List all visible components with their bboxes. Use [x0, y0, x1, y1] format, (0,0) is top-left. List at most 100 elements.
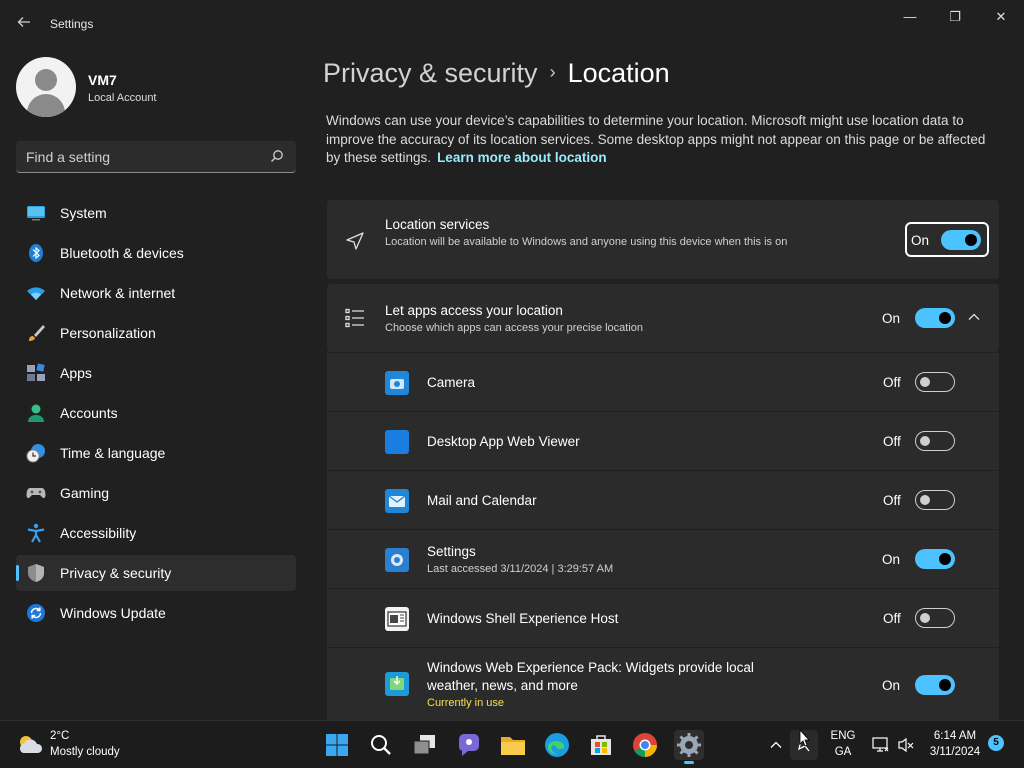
apps-access-title: Let apps access your location — [385, 303, 563, 318]
app-title: Settings — [50, 17, 94, 31]
sidebar-item-label: Gaming — [60, 485, 110, 501]
app-state: Off — [883, 611, 901, 626]
app-name: Settings — [427, 544, 476, 559]
sidebar-item-bluetooth[interactable]: Bluetooth & devices — [16, 235, 296, 271]
page-description: Windows can use your device’s capabiliti… — [326, 112, 1001, 168]
location-services-title: Location services — [385, 217, 490, 232]
location-services-subtitle: Location will be available to Windows an… — [385, 236, 788, 248]
accounts-icon — [26, 403, 46, 423]
app-row-shell-experience-host: Windows Shell Experience Host Off — [327, 589, 999, 647]
app-row-camera: Camera Off — [327, 353, 999, 411]
weather-condition[interactable]: Mostly cloudy — [50, 746, 120, 758]
sidebar-item-personalization[interactable]: Personalization — [16, 315, 296, 351]
volume-muted-icon[interactable] — [897, 736, 915, 759]
update-icon — [26, 603, 46, 623]
breadcrumb-separator-icon: › — [549, 62, 556, 82]
sidebar-item-time-language[interactable]: Time & language — [16, 435, 296, 471]
mail-app-icon — [385, 489, 409, 513]
search-box[interactable] — [16, 141, 296, 173]
taskbar: 2°C Mostly cloudy ENG GA 6:14 AM 3/11/20 — [0, 720, 1024, 768]
app-toggle-shell-experience-host[interactable] — [915, 608, 955, 628]
web-viewer-app-icon — [385, 430, 409, 454]
settings-taskbar-icon[interactable] — [674, 730, 704, 764]
app-name: Camera — [427, 375, 476, 390]
app-state: Off — [883, 375, 901, 390]
app-name: Windows Web Experience Pack: Widgets pro… — [427, 660, 754, 693]
apps-access-toggle[interactable] — [915, 308, 955, 328]
wifi-icon — [26, 283, 46, 303]
network-icon[interactable] — [872, 736, 890, 759]
location-in-use-tray-icon[interactable] — [790, 728, 818, 760]
back-arrow-icon[interactable] — [16, 14, 34, 32]
user-profile[interactable]: VM7 Local Account — [16, 57, 296, 117]
taskbar-search-icon[interactable] — [366, 730, 396, 760]
location-services-state: On — [911, 233, 930, 248]
sidebar-item-network[interactable]: Network & internet — [16, 275, 296, 311]
chevron-up-icon[interactable] — [967, 310, 981, 329]
app-state: On — [882, 678, 901, 693]
search-input[interactable] — [26, 147, 256, 167]
breadcrumb-parent[interactable]: Privacy & security — [323, 58, 538, 88]
chrome-browser-icon[interactable] — [630, 730, 660, 760]
app-row-mail-calendar: Mail and Calendar Off — [327, 471, 999, 529]
location-services-toggle[interactable] — [941, 230, 981, 250]
app-toggle-camera[interactable] — [915, 372, 955, 392]
apps-icon — [26, 363, 46, 383]
app-toggle-mail-calendar[interactable] — [915, 490, 955, 510]
description-text: Windows can use your device’s capabiliti… — [326, 113, 986, 165]
language-code[interactable]: ENG — [828, 730, 858, 742]
system-icon — [26, 203, 46, 223]
sidebar-item-accounts[interactable]: Accounts — [16, 395, 296, 431]
sidebar-item-gaming[interactable]: Gaming — [16, 475, 296, 511]
clock-time[interactable]: 6:14 AM — [922, 730, 988, 742]
app-name: Mail and Calendar — [427, 493, 537, 508]
apps-access-state: On — [882, 311, 901, 326]
sidebar-item-label: Apps — [60, 365, 92, 381]
app-name: Windows Shell Experience Host — [427, 611, 619, 626]
sidebar-item-system[interactable]: System — [16, 195, 296, 231]
clock-date[interactable]: 3/11/2024 — [922, 746, 988, 758]
sidebar-item-apps[interactable]: Apps — [16, 355, 296, 391]
sidebar-nav: System Bluetooth & devices Network & int… — [16, 195, 296, 635]
sidebar-item-label: Privacy & security — [60, 565, 172, 581]
main-content: Privacy & security › Location Windows can … — [323, 0, 1024, 720]
microsoft-store-icon[interactable] — [586, 730, 616, 760]
sidebar-item-label: Bluetooth & devices — [60, 245, 184, 261]
chat-icon[interactable] — [454, 730, 484, 760]
file-explorer-icon[interactable] — [498, 730, 528, 760]
widgets-app-icon — [385, 672, 409, 696]
edge-browser-icon[interactable] — [542, 730, 572, 760]
bluetooth-icon — [26, 243, 46, 263]
app-toggle-settings[interactable] — [915, 549, 955, 569]
start-button[interactable] — [322, 730, 352, 760]
location-arrow-icon — [345, 231, 365, 256]
currently-in-use-status: Currently in use — [427, 697, 505, 709]
sidebar-item-accessibility[interactable]: Accessibility — [16, 515, 296, 551]
apps-access-subtitle: Choose which apps can access your precis… — [385, 322, 644, 334]
sidebar-item-windows-update[interactable]: Windows Update — [16, 595, 296, 631]
app-toggle-desktop-web-viewer[interactable] — [915, 431, 955, 451]
settings-gear-app-icon — [385, 548, 409, 572]
settings-window: Settings — ❐ ✕ VM7 Local Account System … — [0, 0, 1024, 720]
apps-access-card[interactable]: Let apps access your location Choose whi… — [327, 284, 999, 352]
notification-count-badge[interactable]: 5 — [988, 735, 1004, 751]
app-state: On — [882, 552, 901, 567]
app-toggle-web-experience-pack[interactable] — [915, 675, 955, 695]
chevron-up-tray-icon[interactable] — [769, 738, 783, 757]
sidebar-item-label: Network & internet — [60, 285, 176, 301]
weather-temperature[interactable]: 2°C — [50, 730, 69, 742]
keyboard-layout[interactable]: GA — [828, 746, 858, 758]
location-services-card[interactable]: Location services Location will be avail… — [327, 200, 999, 279]
weather-cloud-icon[interactable] — [15, 733, 45, 757]
brush-icon — [26, 323, 46, 343]
search-icon[interactable] — [270, 149, 284, 163]
avatar — [16, 57, 76, 117]
app-state: Off — [883, 493, 901, 508]
sidebar-item-label: Accounts — [60, 405, 118, 421]
learn-more-link[interactable]: Learn more about location — [437, 150, 607, 165]
sidebar-item-privacy-security[interactable]: Privacy & security — [16, 555, 296, 591]
task-view-icon[interactable] — [410, 730, 440, 760]
accessibility-icon — [26, 523, 46, 543]
account-type: Local Account — [88, 92, 157, 104]
user-name: VM7 — [88, 72, 117, 88]
